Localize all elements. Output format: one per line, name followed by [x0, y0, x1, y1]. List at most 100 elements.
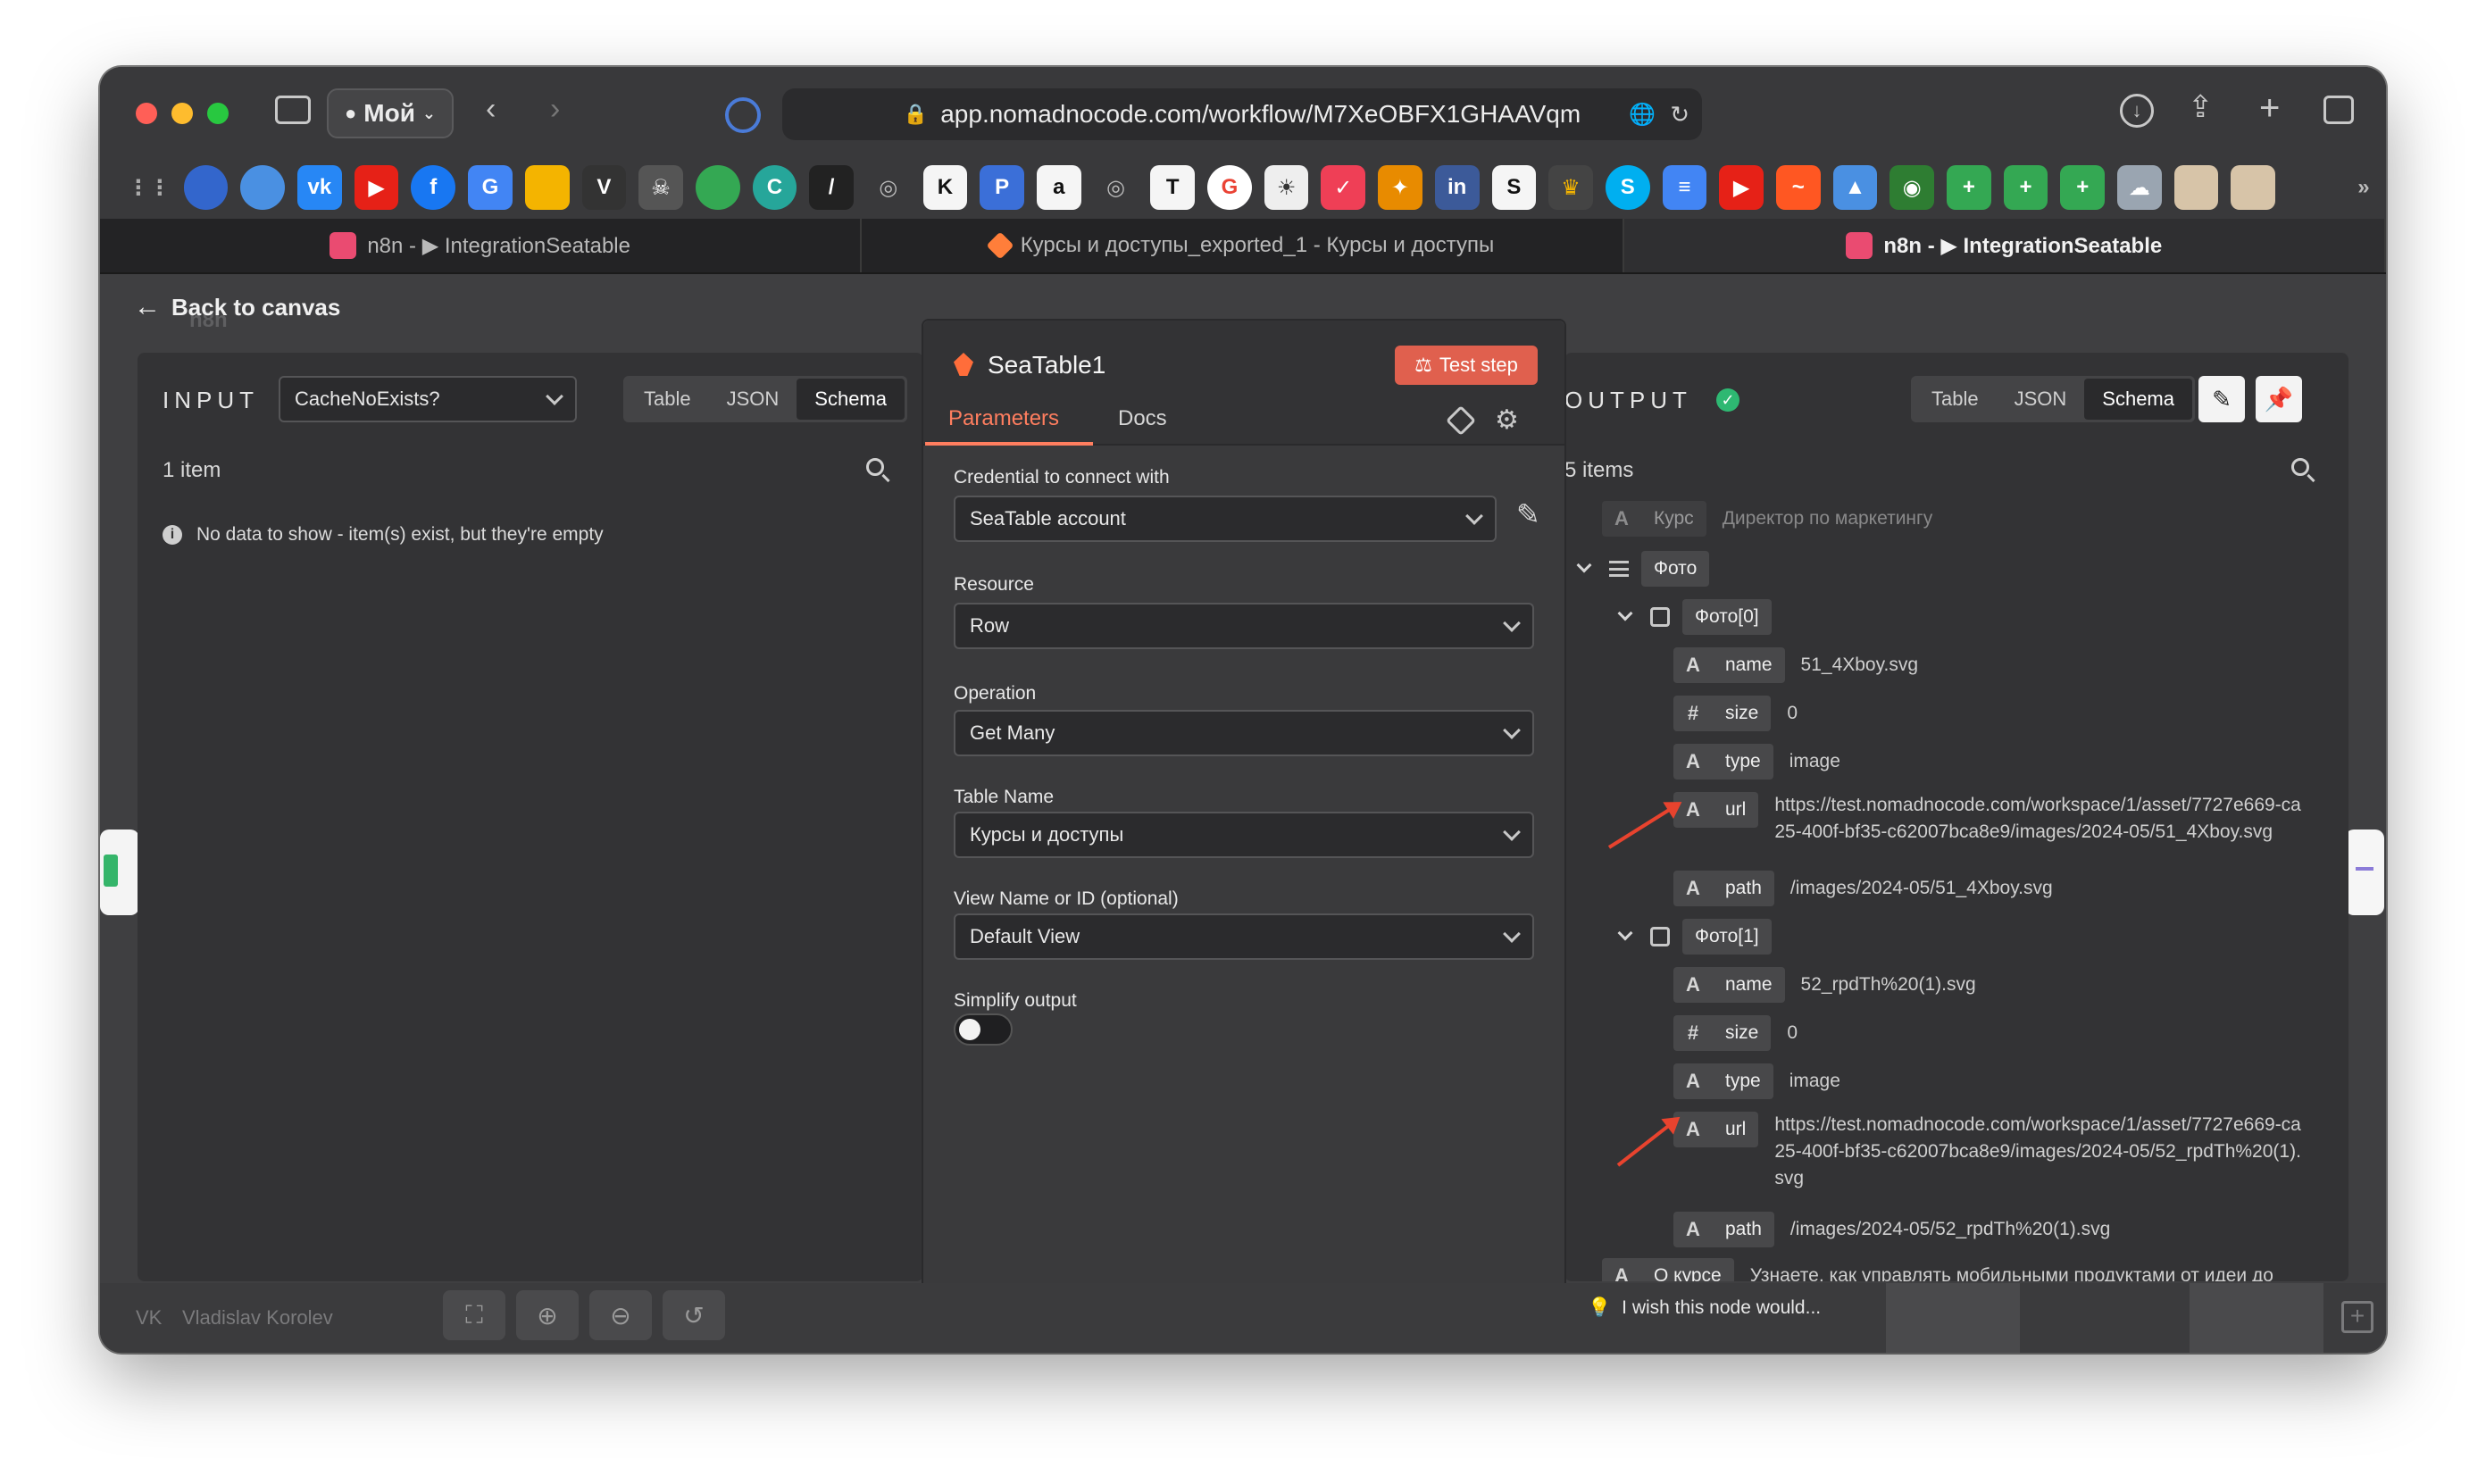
output-view-schema[interactable]: Schema [2084, 379, 2192, 420]
cloud-icon[interactable]: ☁ [2117, 165, 2162, 210]
chevron-down-icon [1503, 614, 1521, 632]
view-name-select[interactable]: Default View [954, 913, 1534, 960]
output-view-json[interactable]: JSON [1997, 379, 2085, 420]
k-icon[interactable]: K [922, 165, 968, 210]
chrome-icon[interactable] [695, 165, 740, 210]
apps-icon[interactable]: ⋮⋮ [127, 165, 171, 210]
tab-n8n-1[interactable]: n8n - ▶ IntegrationSeatable [100, 219, 863, 272]
plus-icon[interactable]: + [2003, 165, 2048, 210]
operation-select[interactable]: Get Many [954, 710, 1534, 756]
schema-row-photo-1[interactable]: Фото[1] [1617, 919, 1788, 955]
simplify-output-toggle[interactable] [954, 1013, 1013, 1046]
tab-docs[interactable]: Docs [1118, 406, 1167, 431]
privacy-icon[interactable] [725, 97, 761, 133]
download-icon[interactable]: ↓ [2120, 94, 2154, 128]
amazon-icon[interactable]: a [1037, 165, 1081, 210]
table-name-select[interactable]: Курсы и доступы [954, 812, 1534, 858]
reload-icon[interactable]: ↻ [1670, 101, 1689, 129]
input-view-table[interactable]: Table [626, 379, 709, 420]
share-icon[interactable]: ⇪ [2188, 92, 2214, 122]
address-bar[interactable]: 🔒 app.nomadnocode.com/workflow/M7XeOBFX1… [782, 88, 1702, 140]
zoom-in-button[interactable]: ⊕ [516, 1290, 579, 1340]
chevron-down-icon[interactable] [1617, 925, 1633, 941]
google-icon[interactable]: G [1207, 165, 1252, 210]
add-node-icon[interactable]: + [2341, 1301, 2373, 1333]
eye-icon[interactable]: ◉ [1890, 165, 1934, 210]
input-view-json[interactable]: JSON [709, 379, 797, 420]
input-view-schema[interactable]: Schema [797, 379, 905, 420]
more-bookmarks-icon[interactable]: » [2341, 165, 2386, 210]
feedback-prompt[interactable]: 💡 I wish this node would... [1588, 1297, 1821, 1319]
p-icon[interactable]: P [980, 165, 1024, 210]
vpn-icon[interactable] [183, 165, 229, 210]
profile-button[interactable]: ● Мой ⌄ [327, 88, 454, 138]
web-icon[interactable]: ◎ [866, 165, 911, 210]
tab-seatable[interactable]: Курсы и доступы_exported_1 - Курсы и дос… [862, 219, 1624, 272]
c-icon[interactable]: C [752, 165, 797, 210]
hawk-icon[interactable]: ✦ [1378, 165, 1422, 210]
sidebar-toggle-icon[interactable] [275, 96, 311, 124]
s-icon[interactable]: S [1491, 165, 1537, 210]
zoom-out-button[interactable]: ⊖ [589, 1290, 652, 1340]
input-source-select[interactable]: CacheNoExists? [279, 376, 577, 422]
left-node-handle[interactable] [100, 830, 139, 915]
translate-icon[interactable]: G [468, 165, 513, 210]
search-icon[interactable] [2291, 458, 2309, 476]
translate-icon[interactable]: 🌐 [1629, 102, 1656, 128]
youtube-icon[interactable]: ▶ [1719, 165, 1764, 210]
chevron-down-icon[interactable] [1576, 557, 1592, 573]
schema-row-photo[interactable]: Фото [1576, 551, 1725, 587]
edit-output-button[interactable]: ✎ [2198, 376, 2245, 422]
search-icon[interactable] [866, 458, 884, 476]
canvas-node[interactable] [2190, 1283, 2323, 1353]
plus-icon[interactable]: + [1947, 165, 1991, 210]
forward-arrow-icon[interactable]: › [550, 94, 560, 124]
back-to-canvas-link[interactable]: ← Back to canvas [134, 292, 340, 322]
user-avatar[interactable]: VK [136, 1306, 162, 1330]
bulb-icon[interactable]: ☀ [1264, 165, 1309, 210]
v-icon[interactable]: V [581, 165, 627, 210]
reset-zoom-button[interactable]: ↺ [663, 1290, 725, 1340]
youtube-icon[interactable]: ▶ [354, 165, 399, 210]
web-icon[interactable]: ◎ [1094, 165, 1139, 210]
plus-icon[interactable]: + [2060, 165, 2106, 210]
test-step-button[interactable]: ⚖ Test step [1395, 346, 1538, 385]
docs-icon[interactable]: ≡ [1662, 165, 1707, 210]
canvas-node[interactable] [1886, 1283, 2020, 1353]
mountain-icon[interactable]: ▲ [1832, 165, 1878, 210]
back-arrow-icon[interactable]: ‹ [486, 94, 496, 124]
t-icon[interactable]: T [1150, 165, 1196, 210]
close-window-button[interactable] [136, 103, 157, 124]
cube-icon[interactable] [1446, 405, 1476, 436]
skull-icon[interactable]: ☠ [638, 165, 683, 210]
chart-icon[interactable]: ~ [1775, 165, 1821, 210]
crown-icon[interactable]: ♛ [1548, 165, 1593, 210]
vk-icon[interactable]: vk [297, 165, 342, 210]
folder-icon[interactable] [2231, 165, 2276, 210]
fit-view-button[interactable]: ⛶ [443, 1290, 505, 1340]
tab-overview-icon[interactable] [2323, 96, 2354, 124]
pen-icon[interactable]: / [809, 165, 854, 210]
chevron-down-icon[interactable] [1617, 605, 1633, 621]
pocket-icon[interactable]: ✓ [1321, 165, 1366, 210]
facebook-icon[interactable]: f [411, 165, 456, 210]
credential-select[interactable]: SeaTable account [954, 496, 1497, 542]
right-node-handle[interactable] [2345, 830, 2384, 915]
pencil-icon[interactable]: ✎ [1516, 497, 1540, 531]
folder-icon[interactable] [2173, 165, 2219, 210]
pin-output-button[interactable]: 📌 [2256, 376, 2302, 422]
globe-icon[interactable] [240, 165, 286, 210]
resource-select[interactable]: Row [954, 603, 1534, 649]
output-view-table[interactable]: Table [1914, 379, 1997, 420]
gear-icon[interactable]: ⚙ [1495, 404, 1519, 436]
new-tab-icon[interactable]: + [2259, 90, 2280, 126]
tab-parameters[interactable]: Parameters [948, 406, 1059, 431]
in-icon[interactable]: in [1434, 165, 1480, 210]
zoom-window-button[interactable] [207, 103, 229, 124]
skype-icon[interactable]: S [1605, 165, 1650, 210]
schema-row-photo-0[interactable]: Фото[0] [1617, 599, 1788, 635]
node-name[interactable]: SeaTable1 [988, 351, 1105, 379]
shield-icon[interactable] [524, 165, 570, 210]
tab-n8n-2[interactable]: n8n - ▶ IntegrationSeatable [1623, 219, 2386, 272]
minimize-window-button[interactable] [171, 103, 193, 124]
